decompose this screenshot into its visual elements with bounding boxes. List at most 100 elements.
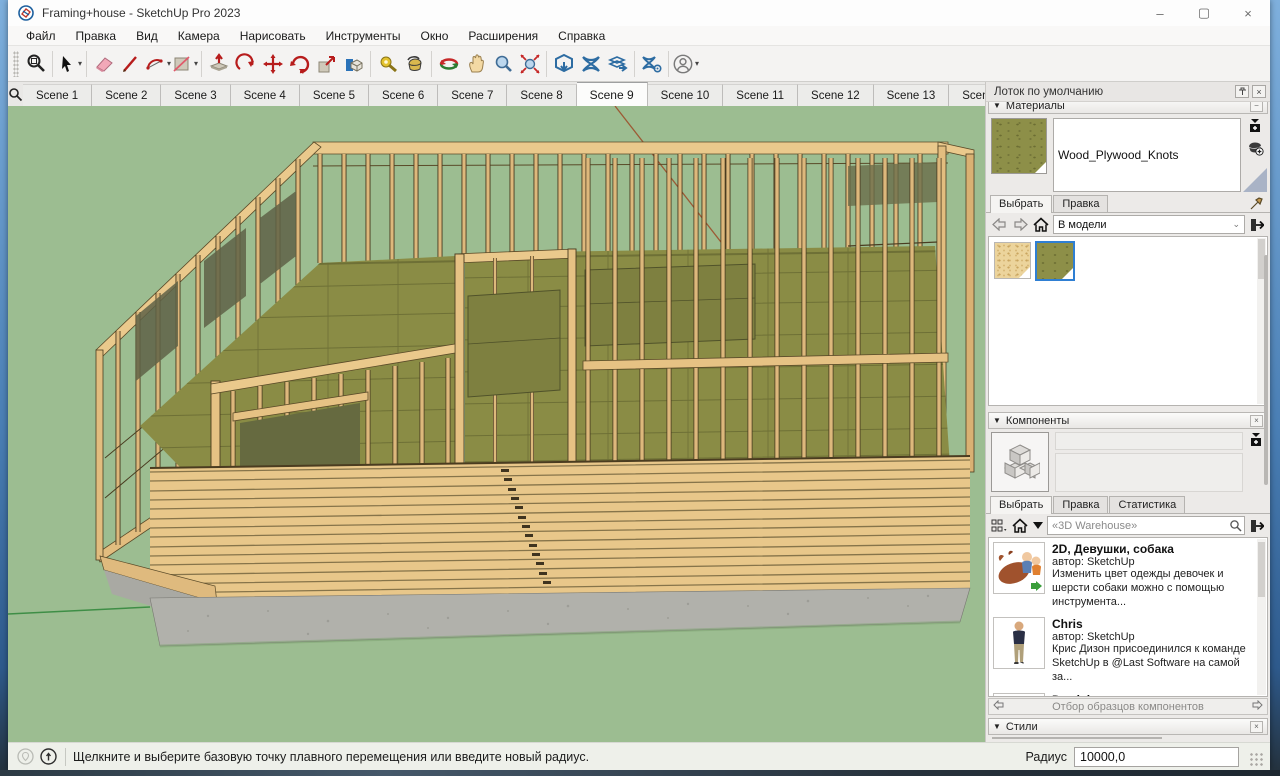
material-name-field[interactable]: [1053, 118, 1241, 192]
components-list[interactable]: 2D, Девушки, собака автор: SketchUp Изме…: [988, 537, 1268, 697]
account-icon[interactable]: ▾: [672, 50, 699, 78]
measurement-input[interactable]: [1074, 747, 1239, 767]
tab-scene-7[interactable]: Scene 7: [438, 84, 507, 106]
materials-close-icon[interactable]: −: [1250, 102, 1263, 112]
pan-icon[interactable]: [462, 50, 489, 78]
component-item-derrick[interactable]: Derrick автор: SketchUp: [989, 689, 1267, 698]
materials-list[interactable]: [988, 236, 1268, 406]
line-tool-icon[interactable]: [117, 50, 144, 78]
components-collapse-icon[interactable]: ▼: [993, 416, 1001, 425]
footer-prev-icon[interactable]: [989, 700, 1008, 713]
components-section-header[interactable]: ▼ Компоненты ×: [988, 412, 1268, 429]
close-button[interactable]: ×: [1226, 0, 1270, 26]
zoom-window-icon[interactable]: [22, 50, 49, 78]
styles-collapse-icon[interactable]: ▼: [993, 722, 1001, 731]
menu-edit[interactable]: Правка: [66, 29, 127, 43]
component-item-girls-dog[interactable]: 2D, Девушки, собака автор: SketchUp Изме…: [989, 538, 1267, 613]
titlebar[interactable]: Framing+house - SketchUp Pro 2023 – ▢ ×: [8, 0, 1270, 26]
back-arrow-icon[interactable]: [990, 216, 1008, 234]
tape-measure-icon[interactable]: [374, 50, 401, 78]
component-name-field[interactable]: [1055, 432, 1243, 450]
select-icon[interactable]: ▾: [56, 50, 83, 78]
tab-scene-13[interactable]: Scene 13: [874, 84, 950, 106]
geolocation-icon[interactable]: [17, 748, 34, 765]
tray-pin-icon[interactable]: [1235, 85, 1249, 98]
tab-scene-3[interactable]: Scene 3: [161, 84, 230, 106]
tab-scene-11[interactable]: Scene 11: [723, 84, 798, 106]
scale-icon[interactable]: [313, 50, 340, 78]
eraser-icon[interactable]: [90, 50, 117, 78]
share-model-icon[interactable]: [604, 50, 631, 78]
components-search-input[interactable]: [1052, 520, 1229, 532]
menu-extensions[interactable]: Расширения: [458, 29, 548, 43]
arc-tool-icon[interactable]: ▾: [144, 50, 171, 78]
zoom-extents-icon[interactable]: [516, 50, 543, 78]
move-icon[interactable]: [259, 50, 286, 78]
menu-window[interactable]: Окно: [410, 29, 458, 43]
paint-bucket-icon[interactable]: [401, 50, 428, 78]
secondary-pane-icon[interactable]: [1248, 118, 1262, 136]
components-secondary-pane-icon[interactable]: [1249, 432, 1263, 450]
materials-tab-edit[interactable]: Правка: [1053, 195, 1108, 212]
tab-scene-9-active[interactable]: Scene 9: [577, 82, 648, 106]
menu-help[interactable]: Справка: [548, 29, 615, 43]
tab-scene-8[interactable]: Scene 8: [507, 84, 576, 106]
components-home-icon[interactable]: [1011, 517, 1029, 535]
tab-scene-12[interactable]: Scene 12: [798, 84, 874, 106]
push-pull-icon[interactable]: [205, 50, 232, 78]
maximize-button[interactable]: ▢: [1182, 0, 1226, 26]
home-dropdown-icon[interactable]: [1032, 517, 1044, 535]
offset-icon[interactable]: [340, 50, 367, 78]
follow-me-icon[interactable]: [232, 50, 259, 78]
tab-scene-5[interactable]: Scene 5: [300, 84, 369, 106]
tray-scrollbar[interactable]: [1262, 170, 1270, 730]
tab-scene-2[interactable]: Scene 2: [92, 84, 161, 106]
window-title: Framing+house - SketchUp Pro 2023: [42, 6, 240, 20]
menu-camera[interactable]: Камера: [168, 29, 230, 43]
tab-scene-1[interactable]: Scene 1: [23, 84, 92, 106]
components-footer: Отбор образцов компонентов: [988, 698, 1268, 715]
materials-tab-select[interactable]: Выбрать: [990, 195, 1052, 213]
scene-search-icon[interactable]: [8, 82, 23, 106]
components-tab-statistics[interactable]: Статистика: [1109, 496, 1185, 513]
tray-close-icon[interactable]: ×: [1252, 85, 1266, 98]
forward-arrow-icon[interactable]: [1011, 216, 1029, 234]
extension-warehouse-icon[interactable]: [577, 50, 604, 78]
tab-scene-4[interactable]: Scene 4: [231, 84, 300, 106]
resize-grip[interactable]: [1250, 753, 1264, 767]
components-tab-select[interactable]: Выбрать: [990, 496, 1052, 514]
components-search-box[interactable]: [1047, 516, 1245, 535]
tab-scene-6[interactable]: Scene 6: [369, 84, 438, 106]
create-material-icon[interactable]: [1247, 139, 1264, 159]
toolbar: ▾ ▾ ▾: [8, 46, 1270, 82]
material-swatch-olive-selected[interactable]: [1035, 241, 1075, 281]
viewport[interactable]: [8, 106, 985, 742]
shapes-tool-icon[interactable]: ▾: [171, 50, 198, 78]
tab-scene-10[interactable]: Scene 10: [648, 84, 724, 106]
materials-collapse-icon[interactable]: ▼: [993, 102, 1001, 110]
components-tab-edit[interactable]: Правка: [1053, 496, 1108, 513]
extension-manager-icon[interactable]: [638, 50, 665, 78]
menu-tools[interactable]: Инструменты: [316, 29, 411, 43]
orbit-icon[interactable]: [435, 50, 462, 78]
3d-warehouse-icon[interactable]: [550, 50, 577, 78]
styles-header: Стили: [1006, 721, 1038, 733]
toolbar-drag-handle[interactable]: [13, 51, 19, 77]
zoom-icon[interactable]: [489, 50, 516, 78]
components-nav-row: [986, 514, 1270, 537]
menubar: Файл Правка Вид Камера Нарисовать Инстру…: [8, 26, 1270, 46]
components-search-icon[interactable]: [1229, 519, 1242, 532]
materials-collection-dropdown[interactable]: В модели⌄: [1053, 215, 1245, 234]
component-item-chris[interactable]: Chris автор: SketchUp Крис Дизон присоед…: [989, 613, 1267, 688]
view-options-icon[interactable]: [990, 517, 1008, 535]
rotate-icon[interactable]: [286, 50, 313, 78]
home-icon[interactable]: [1032, 216, 1050, 234]
menu-file[interactable]: Файл: [16, 29, 66, 43]
material-preview-swatch[interactable]: [991, 118, 1047, 174]
menu-draw[interactable]: Нарисовать: [230, 29, 316, 43]
help-info-icon[interactable]: [40, 748, 57, 765]
menu-view[interactable]: Вид: [126, 29, 168, 43]
component-description-field[interactable]: [1055, 453, 1243, 492]
minimize-button[interactable]: –: [1138, 0, 1182, 26]
material-swatch-tan[interactable]: [994, 242, 1031, 279]
